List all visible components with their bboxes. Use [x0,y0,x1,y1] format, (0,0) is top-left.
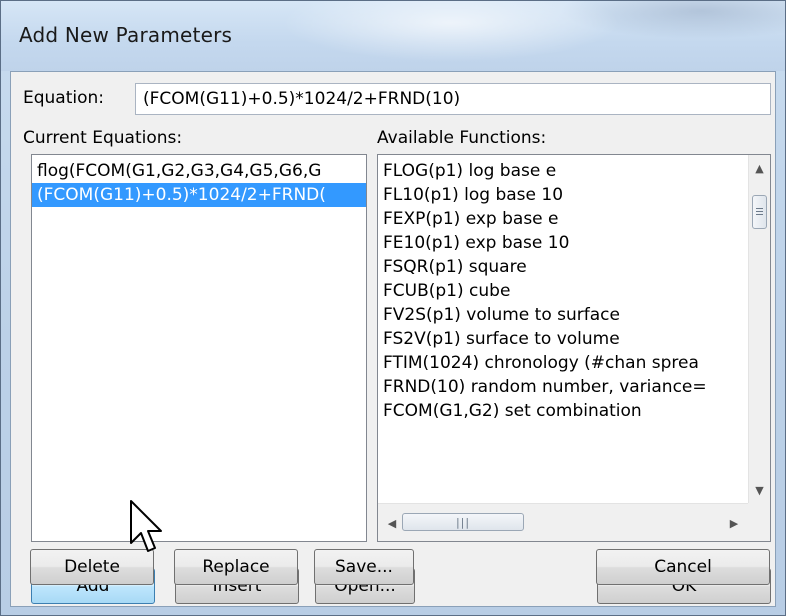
available-functions-list[interactable]: FLOG(p1) log base e FL10(p1) log base 10… [377,154,771,542]
list-item[interactable]: FLOG(p1) log base e [378,159,736,183]
functions-items: FLOG(p1) log base e FL10(p1) log base 10… [378,159,736,509]
available-functions-label: Available Functions: [377,128,547,148]
scroll-corner [748,503,770,541]
list-item[interactable]: FTIM(1024) chronology (#chan sprea [378,351,736,375]
list-item[interactable]: FCOM(G1,G2) set combination [378,399,736,423]
dialog-window: Add New Parameters Equation: Current Equ… [0,0,786,616]
scroll-up-arrow-icon[interactable]: ▲ [749,157,770,179]
cancel-button[interactable]: Cancel [596,549,770,585]
window-title: Add New Parameters [19,23,233,47]
list-item[interactable]: FV2S(p1) volume to surface [378,303,736,327]
grip-icon [756,208,763,216]
delete-button[interactable]: Delete [30,549,154,585]
list-item[interactable]: FRND(10) random number, variance= [378,375,736,399]
grip-icon: ||| [455,515,471,529]
dialog-client-area: Equation: Current Equations: Available F… [10,71,776,607]
horizontal-scroll-thumb[interactable]: ||| [402,513,524,531]
current-equations-list[interactable]: flog(FCOM(G1,G2,G3,G4,G5,G6,G (FCOM(G11)… [31,154,367,542]
vertical-scroll-thumb[interactable] [752,195,767,229]
scroll-left-arrow-icon[interactable]: ◀ [382,513,402,533]
equation-input[interactable] [135,83,771,115]
scroll-down-arrow-icon[interactable]: ▼ [749,479,770,501]
list-item-selected[interactable]: (FCOM(G11)+0.5)*1024/2+FRND( [32,183,366,207]
list-item[interactable]: FSQR(p1) square [378,255,736,279]
list-item[interactable]: FE10(p1) exp base 10 [378,231,736,255]
scroll-right-arrow-icon[interactable]: ▶ [724,513,744,533]
replace-button[interactable]: Replace [174,549,298,585]
list-item[interactable]: FCUB(p1) cube [378,279,736,303]
current-equations-label: Current Equations: [23,128,183,148]
vertical-scrollbar[interactable]: ▲ ▼ [748,155,770,503]
title-bar[interactable]: Add New Parameters [1,1,785,71]
list-item[interactable]: flog(FCOM(G1,G2,G3,G4,G5,G6,G [32,159,366,183]
list-item[interactable]: FS2V(p1) surface to volume [378,327,736,351]
equation-label: Equation: [23,88,105,108]
save-button[interactable]: Save... [314,549,414,585]
horizontal-scrollbar[interactable]: ◀ ||| ▶ [378,503,748,541]
list-item[interactable]: FEXP(p1) exp base e [378,207,736,231]
list-item[interactable]: FL10(p1) log base 10 [378,183,736,207]
